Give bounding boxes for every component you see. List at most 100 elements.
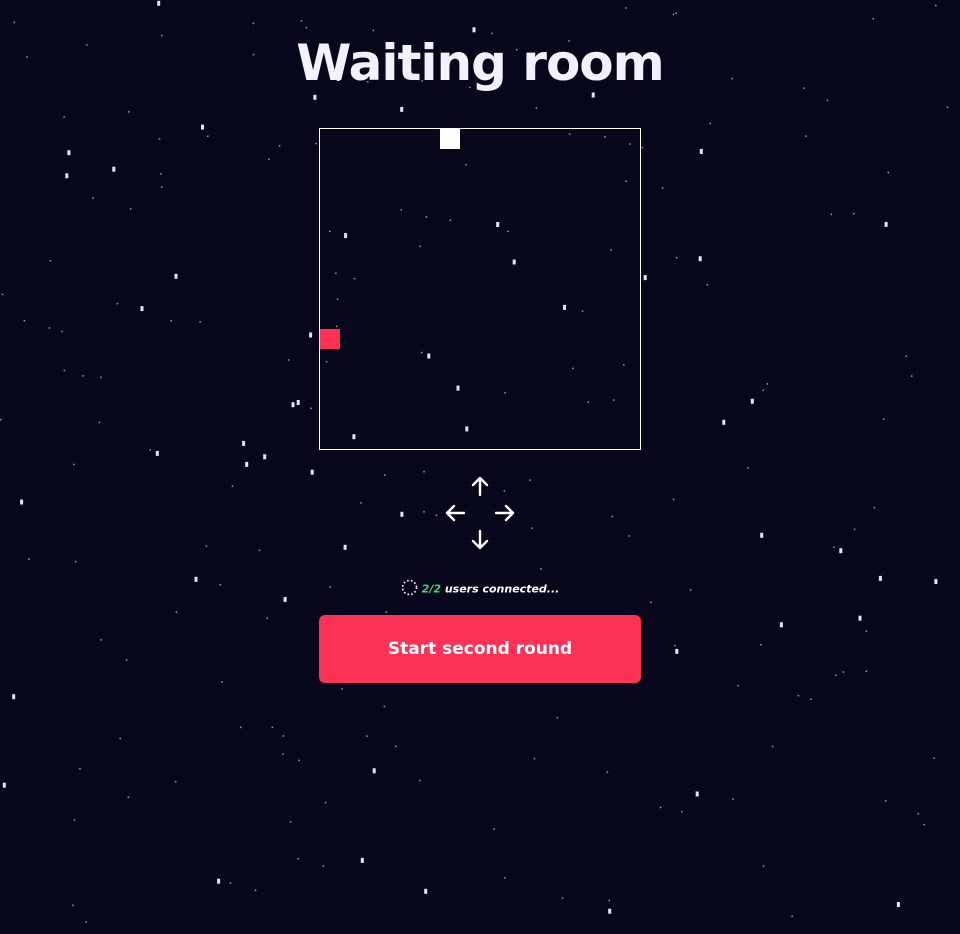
star — [119, 737, 121, 740]
star — [268, 158, 270, 160]
star — [606, 771, 609, 773]
star — [2, 782, 6, 788]
star — [48, 327, 51, 329]
star — [217, 878, 221, 884]
star — [556, 717, 559, 719]
star — [116, 302, 119, 305]
star — [127, 796, 130, 798]
star — [839, 548, 843, 554]
star — [853, 213, 855, 215]
star — [74, 560, 77, 563]
star — [309, 332, 313, 338]
star — [771, 745, 774, 748]
star — [65, 173, 69, 179]
star — [830, 213, 832, 216]
star — [766, 383, 768, 385]
star — [263, 454, 267, 460]
star — [221, 681, 223, 683]
star — [160, 173, 162, 175]
star — [343, 544, 347, 550]
star — [760, 532, 764, 538]
star — [732, 798, 734, 800]
star — [174, 780, 177, 783]
star — [298, 759, 300, 762]
star — [100, 376, 102, 379]
star — [435, 514, 438, 517]
star — [129, 208, 132, 210]
arrow-down-icon[interactable] — [468, 528, 492, 552]
start-round-button[interactable]: Start second round — [319, 615, 641, 683]
connection-status-label: users connected... — [444, 582, 560, 596]
star — [561, 897, 564, 899]
star — [423, 511, 425, 513]
star — [659, 806, 662, 809]
star — [675, 12, 677, 14]
star — [207, 135, 209, 137]
star — [85, 921, 87, 923]
star — [905, 355, 907, 357]
star — [419, 779, 421, 782]
star — [917, 813, 920, 815]
star — [271, 726, 274, 729]
star — [372, 768, 376, 774]
star — [896, 902, 900, 907]
star — [737, 684, 739, 687]
star — [287, 359, 290, 361]
star — [760, 644, 762, 646]
star — [360, 502, 362, 504]
star — [400, 106, 404, 112]
star — [779, 622, 783, 628]
star — [72, 904, 74, 907]
star — [661, 187, 664, 189]
star — [49, 260, 52, 262]
star — [882, 418, 885, 420]
star — [698, 256, 702, 262]
star — [865, 670, 867, 672]
star — [750, 398, 754, 404]
star — [297, 858, 299, 860]
star — [20, 499, 24, 505]
star — [100, 639, 102, 641]
star — [201, 124, 204, 130]
star — [884, 221, 888, 227]
star — [835, 674, 837, 677]
star — [611, 515, 613, 518]
star — [628, 535, 630, 537]
star — [540, 568, 542, 570]
star — [641, 146, 644, 149]
star — [424, 888, 428, 894]
star — [149, 449, 151, 451]
star — [161, 186, 163, 188]
star — [79, 768, 81, 770]
star — [853, 528, 856, 531]
star — [935, 4, 937, 7]
star — [73, 819, 76, 821]
arrow-right-icon[interactable] — [493, 501, 517, 525]
star — [504, 877, 506, 879]
star — [296, 400, 300, 405]
star — [529, 479, 531, 481]
star — [67, 150, 71, 156]
star — [341, 688, 343, 690]
star — [762, 865, 765, 867]
star — [885, 800, 887, 802]
star — [63, 116, 65, 118]
star — [112, 166, 116, 172]
star — [608, 908, 612, 914]
star — [791, 915, 793, 918]
arrow-up-icon[interactable] — [468, 474, 492, 498]
star — [872, 17, 874, 20]
star — [322, 865, 325, 867]
star — [231, 485, 234, 487]
star — [157, 0, 161, 6]
star — [911, 375, 913, 377]
star — [826, 99, 829, 102]
star — [266, 617, 268, 619]
arrow-left-icon[interactable] — [443, 501, 467, 525]
star — [675, 257, 678, 259]
star — [423, 470, 425, 473]
star — [643, 275, 647, 281]
star — [887, 171, 889, 174]
star — [675, 648, 679, 654]
star — [205, 545, 208, 547]
